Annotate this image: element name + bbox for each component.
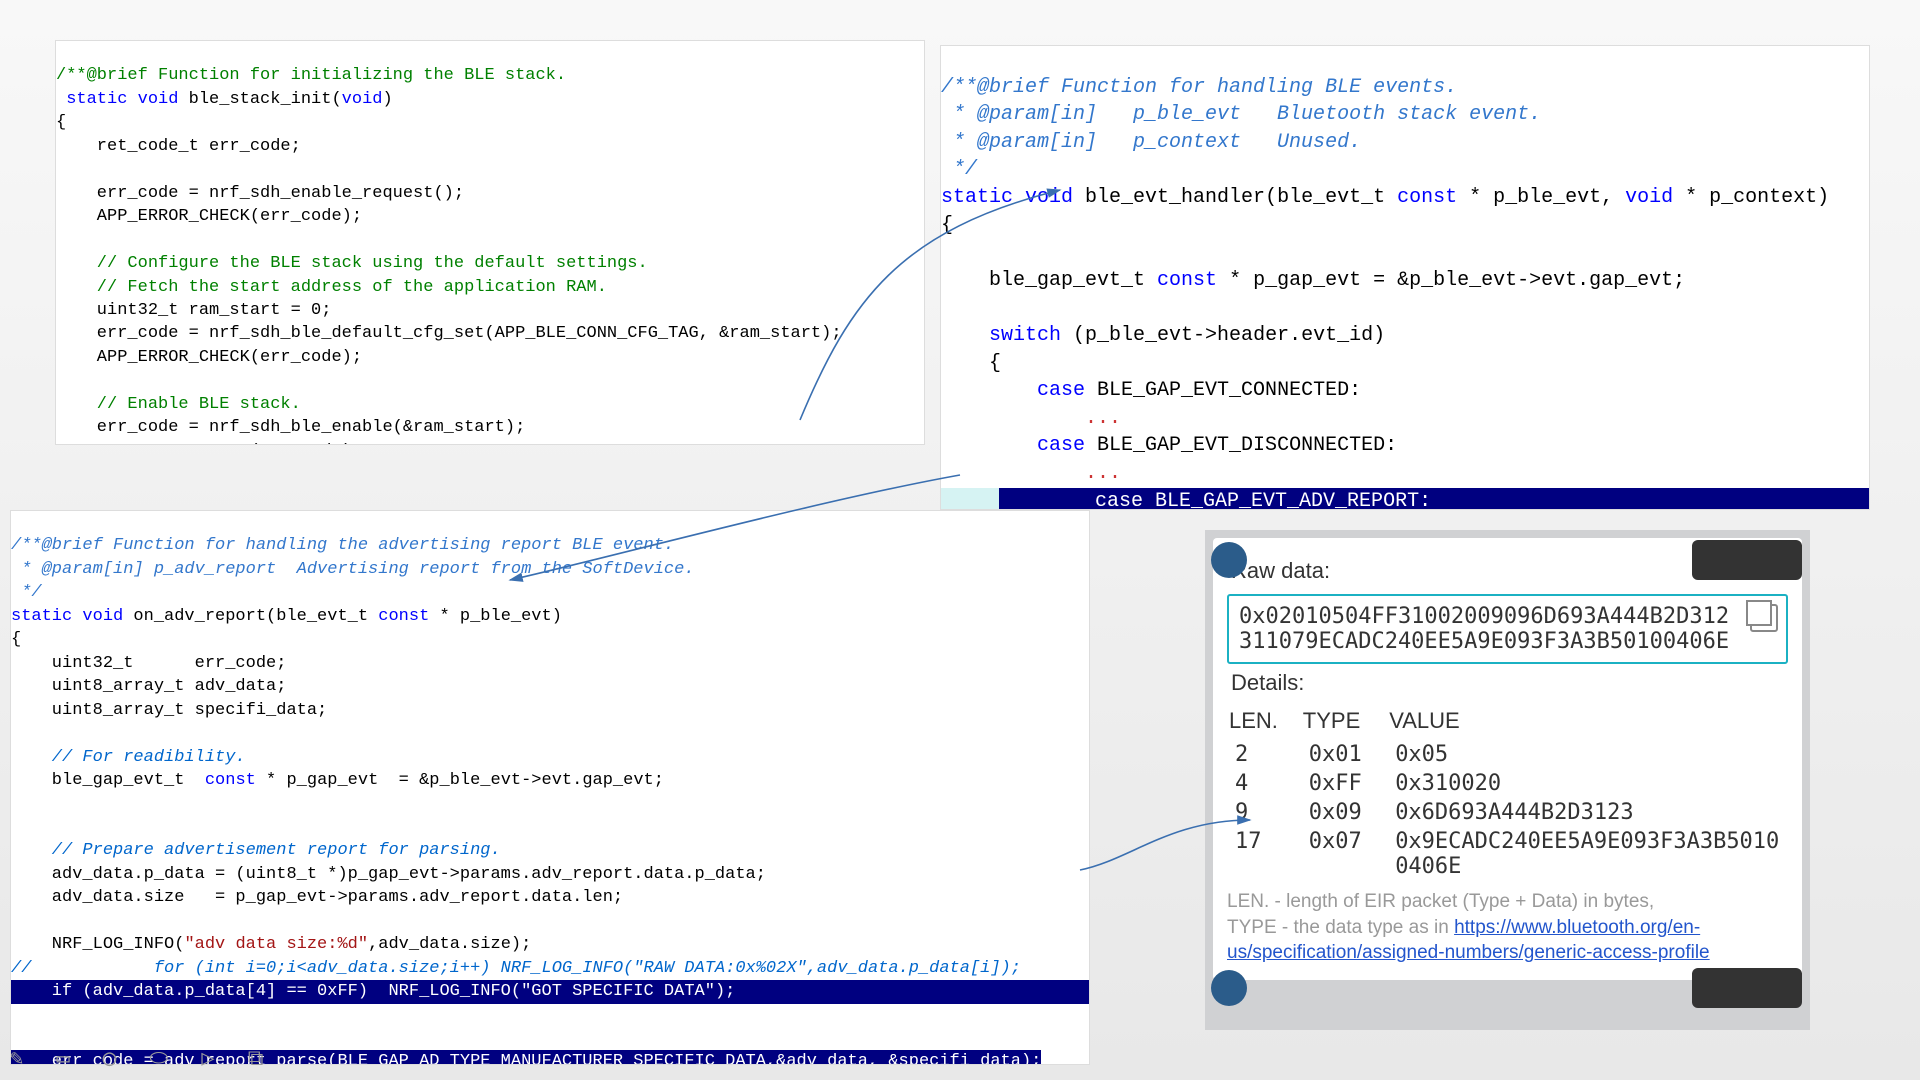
table-row: 90x090x6D693A444B2D3123 xyxy=(1227,798,1788,827)
details-table: LEN. TYPE VALUE 20x010x05 40xFF0x310020 … xyxy=(1227,706,1788,881)
if-0xff-line: if (adv_data.p_data[4] == 0xFF) NRF_LOG_… xyxy=(11,980,1089,1003)
footnote: LEN. - length of EIR packet (Type + Data… xyxy=(1227,889,1788,966)
code-pane-ble-evt-handler: /**@brief Function for handling BLE even… xyxy=(940,45,1870,510)
commented-for-loop: // for (int i=0;i<adv_data.size;i++) NRF… xyxy=(11,959,1021,978)
col-value: VALUE xyxy=(1387,706,1788,740)
connect-chip xyxy=(1692,968,1802,1008)
code-line: APP_ERROR_CHECK(err_code); xyxy=(56,442,362,445)
editor-toolbar-icons: ✎ ▭ ◯ ⬭ ▷ ⧉ xyxy=(10,1046,274,1072)
code-line: uint8_array_t specifi_data; xyxy=(11,701,327,720)
device-dot xyxy=(1211,970,1247,1006)
log-adv-size: NRF_LOG_INFO("adv data size:%d",adv_data… xyxy=(11,935,531,954)
col-type: TYPE xyxy=(1301,706,1387,740)
copy-icon[interactable] xyxy=(1750,604,1778,632)
code-line: adv_data.size = p_gap_evt->params.adv_re… xyxy=(11,888,623,907)
code-line: ble_gap_evt_t const * p_gap_evt = &p_ble… xyxy=(941,269,1685,292)
code-pane-ble-stack-init: ⊞/**@brief Function for initializing the… xyxy=(55,40,925,445)
code-line: uint32_t err_code; xyxy=(11,654,286,673)
comment-line: // Prepare advertisement report for pars… xyxy=(11,841,501,860)
code-line: APP_ERROR_CHECK(err_code); xyxy=(56,348,362,367)
comment-line: // Fetch the start address of the applic… xyxy=(56,278,607,297)
code-line: ble_gap_evt_t const * p_gap_evt = &p_ble… xyxy=(11,771,664,790)
code-line: APP_ERROR_CHECK(err_code); xyxy=(56,207,362,226)
connect-chip xyxy=(1692,540,1802,580)
code-line: uint32_t ram_start = 0; xyxy=(56,301,331,320)
doc-comment: /**@brief Function for handling the adve… xyxy=(11,536,674,555)
raw-data-hex[interactable]: 0x02010504FF31002009096D693A444B2D312311… xyxy=(1227,594,1788,664)
col-len: LEN. xyxy=(1227,706,1301,740)
details-title: Details: xyxy=(1231,670,1788,696)
doc-comment: * @param[in] p_context Unused. xyxy=(941,131,1361,154)
case-connected: case BLE_GAP_EVT_CONNECTED: xyxy=(941,379,1361,402)
code-pane-on-adv-report: /**@brief Function for handling the adve… xyxy=(10,510,1090,1065)
table-row: 40xFF0x310020 xyxy=(1227,769,1788,798)
brace: { xyxy=(56,113,66,132)
doc-comment: /**@brief Function for handling BLE even… xyxy=(941,76,1457,99)
code-line: ret_code_t err_code; xyxy=(56,137,301,156)
switch-line: switch (p_ble_evt->header.evt_id) xyxy=(941,324,1385,347)
code-line: err_code = nrf_sdh_ble_enable(&ram_start… xyxy=(56,418,525,437)
code-line: err_code = nrf_sdh_ble_default_cfg_set(A… xyxy=(56,324,842,343)
doc-comment: * @param[in] p_ble_evt Bluetooth stack e… xyxy=(941,103,1541,126)
device-dot xyxy=(1211,542,1247,578)
code-line: uint8_array_t adv_data; xyxy=(11,677,286,696)
table-row: 20x010x05 xyxy=(1227,740,1788,769)
fn-signature: static void on_adv_report(ble_evt_t cons… xyxy=(11,607,562,626)
doc-comment: * @param[in] p_adv_report Advertising re… xyxy=(11,560,695,579)
code-line: err_code = nrf_sdh_enable_request(); xyxy=(56,184,464,203)
brace: { xyxy=(941,214,953,237)
collapsed-dots: ... xyxy=(941,462,1121,485)
comment-line: // Enable BLE stack. xyxy=(56,395,301,414)
table-row: 170x070x9ECADC240EE5A9E093F3A3B50100406E xyxy=(1227,827,1788,881)
raw-data-card: Raw data: 0x02010504FF31002009096D693A44… xyxy=(1205,530,1810,1030)
doc-comment: */ xyxy=(11,583,42,602)
fn-signature: static void ble_evt_handler(ble_evt_t co… xyxy=(941,186,1829,209)
case-disconnected: case BLE_GAP_EVT_DISCONNECTED: xyxy=(941,434,1397,457)
case-adv-report-row: case BLE_GAP_EVT_ADV_REPORT: xyxy=(941,488,1869,511)
code-line: adv_data.p_data = (uint8_t *)p_gap_evt->… xyxy=(11,865,766,884)
collapsed-dots: ... xyxy=(941,407,1121,430)
doc-comment: /**@brief Function for initializing the … xyxy=(56,66,566,85)
doc-comment: */ xyxy=(941,158,977,181)
table-header-row: LEN. TYPE VALUE xyxy=(1227,706,1788,740)
comment-line: // Configure the BLE stack using the def… xyxy=(56,254,648,273)
raw-data-hex-text: 0x02010504FF31002009096D693A444B2D312311… xyxy=(1239,604,1729,654)
comment-line: // For readibility. xyxy=(11,748,246,767)
brace: { xyxy=(11,630,21,649)
